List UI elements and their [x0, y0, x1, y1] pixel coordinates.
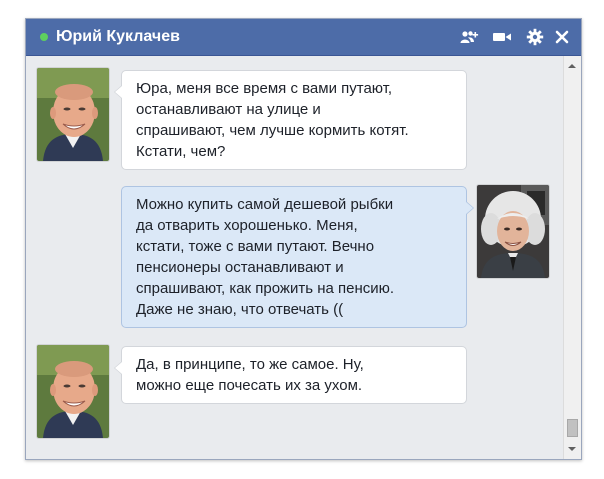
gear-icon[interactable]	[525, 27, 545, 47]
chat-titlebar[interactable]: Юрий Куклачев	[26, 19, 581, 56]
message-list[interactable]: Юра, меня все время с вами путают, остан…	[26, 56, 563, 459]
chat-window: Юрий Куклачев Юра, меня все время с вами…	[25, 18, 582, 460]
bubble-tail	[466, 201, 474, 215]
bubble-tail	[114, 85, 122, 99]
scroll-down-arrow-icon[interactable]	[568, 447, 576, 451]
contact-name[interactable]: Юрий Куклачев	[56, 27, 180, 47]
message-bubble-incoming[interactable]: Юра, меня все время с вами путают, остан…	[114, 70, 467, 170]
contact-avatar[interactable]	[37, 68, 109, 161]
online-status-icon	[40, 33, 48, 41]
message-text: Можно купить самой дешевой рыбки да отва…	[136, 196, 395, 318]
scroll-up-arrow-icon[interactable]	[568, 64, 576, 68]
message-bubble-outgoing[interactable]: Можно купить самой дешевой рыбки да отва…	[121, 186, 474, 328]
message-bubble-incoming[interactable]: Да, в принципе, то же самое. Ну, можно е…	[114, 346, 467, 404]
message-text: Юра, меня все время с вами путают, остан…	[136, 80, 409, 160]
add-friend-icon[interactable]	[459, 27, 479, 47]
scrollbar-thumb[interactable]	[567, 419, 578, 437]
user-avatar[interactable]	[477, 185, 549, 278]
contact-avatar[interactable]	[37, 345, 109, 438]
close-icon[interactable]	[552, 27, 572, 47]
scrollbar[interactable]	[563, 56, 581, 459]
message-text: Да, в принципе, то же самое. Ну, можно е…	[136, 356, 364, 394]
bubble-tail	[114, 361, 122, 375]
video-call-icon[interactable]	[492, 27, 512, 47]
